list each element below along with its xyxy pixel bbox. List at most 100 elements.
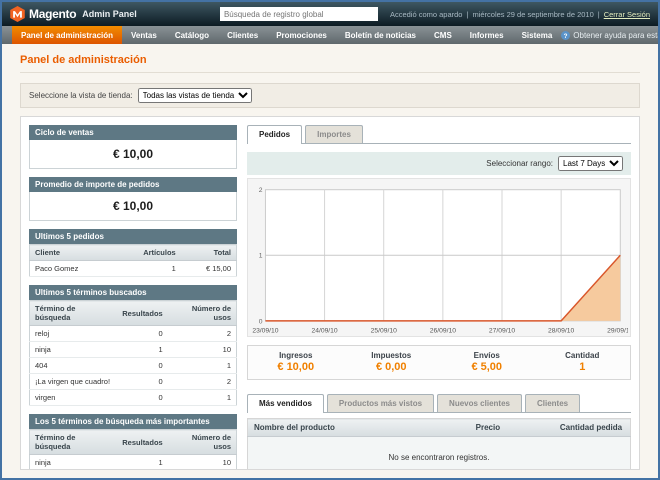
last-orders-title: Ultimos 5 pedidos	[29, 229, 237, 244]
magento-logo: Magento Admin Panel	[10, 6, 137, 22]
dashboard-sidebar: Ciclo de ventas € 10,00 Promedio de impo…	[29, 125, 237, 461]
tab-pedidos[interactable]: Pedidos	[247, 125, 302, 144]
tab-nuevos-clientes[interactable]: Nuevos clientes	[437, 394, 522, 412]
dashboard-panel: Ciclo de ventas € 10,00 Promedio de impo…	[20, 116, 640, 470]
svg-text:28/09/10: 28/09/10	[548, 327, 574, 334]
nav-item-dashboard[interactable]: Panel de administración	[12, 26, 122, 44]
magento-admin-window: Magento Admin Panel Accedió como apardo …	[0, 0, 660, 480]
col-resultados: Resultados	[117, 430, 167, 455]
table-row: virgen01	[30, 390, 237, 406]
average-orders-value: € 10,00	[29, 192, 237, 221]
logout-link[interactable]: Cerrar Sesión	[604, 10, 650, 19]
grids-tabs: Más vendidos Productos más vistos Nuevos…	[247, 394, 631, 413]
svg-text:26/09/10: 26/09/10	[430, 327, 456, 334]
top-search-terms-title: Los 5 términos de búsqueda más important…	[29, 414, 237, 429]
dashboard-main: Pedidos Importes Seleccionar rango: Last…	[247, 125, 631, 461]
page-content: Panel de administración Seleccione la vi…	[2, 44, 658, 478]
table-row: ninja110	[30, 455, 237, 471]
svg-text:29/09/10: 29/09/10	[607, 327, 628, 334]
diagram-tabs: Pedidos Importes	[247, 125, 631, 144]
totals-bar: Ingresos € 10,00 Impuestos € 0,00 Envíos…	[247, 345, 631, 380]
top-header: Magento Admin Panel Accedió como apardo …	[2, 2, 658, 26]
metric-ingresos: Ingresos € 10,00	[248, 351, 344, 373]
metric-cantidad: Cantidad 1	[535, 351, 631, 373]
range-bar: Seleccionar rango: Last 7 Days	[247, 152, 631, 175]
table-row: 40401	[30, 358, 237, 374]
last-orders-box: Ultimos 5 pedidos Cliente Artículos Tota…	[29, 229, 237, 277]
col-articulos: Artículos	[114, 245, 181, 261]
brand-name: Magento	[29, 7, 76, 21]
svg-text:24/09/10: 24/09/10	[311, 327, 337, 334]
nav-item-sistema[interactable]: Sistema	[513, 26, 562, 44]
top-search-terms-table: Término de búsqueda Resultados Número de…	[29, 429, 237, 470]
col-nombre-producto: Nombre del producto	[248, 419, 470, 437]
nav-item-informes[interactable]: Informes	[461, 26, 513, 44]
separator: |	[466, 10, 468, 19]
help-link[interactable]: ? Obtener ayuda para esta página	[561, 26, 660, 44]
svg-text:27/09/10: 27/09/10	[489, 327, 515, 334]
magento-logo-icon	[10, 6, 25, 22]
store-view-select[interactable]: Todas las vistas de tienda	[138, 88, 252, 103]
last-search-terms-box: Ultimos 5 términos buscados Término de b…	[29, 285, 237, 406]
empty-message: No se encontraron registros.	[248, 437, 631, 470]
current-date: miércoles 29 de septiembre de 2010	[472, 10, 593, 19]
bestsellers-table: Nombre del producto Precio Cantidad pedi…	[247, 418, 631, 470]
tab-clientes[interactable]: Clientes	[525, 394, 580, 412]
separator: |	[598, 10, 600, 19]
average-orders-title: Promedio de importe de pedidos	[29, 177, 237, 192]
nav-item-promociones[interactable]: Promociones	[267, 26, 336, 44]
svg-text:25/09/10: 25/09/10	[371, 327, 397, 334]
range-select[interactable]: Last 7 Days	[558, 156, 623, 171]
help-label: Obtener ayuda para esta página	[573, 31, 660, 40]
store-switcher-label: Seleccione la vista de tienda:	[29, 91, 133, 100]
page-title: Panel de administración	[20, 54, 640, 73]
last-orders-table: Cliente Artículos Total Paco Gomez 1 € 1…	[29, 244, 237, 277]
metric-impuestos: Impuestos € 0,00	[344, 351, 440, 373]
top-search-terms-box: Los 5 términos de búsqueda más important…	[29, 414, 237, 470]
metric-envios: Envíos € 5,00	[439, 351, 535, 373]
user-info: Accedió como apardo | miércoles 29 de se…	[390, 10, 650, 19]
svg-text:2: 2	[259, 187, 263, 194]
last-search-terms-title: Ultimos 5 términos buscados	[29, 285, 237, 300]
col-cliente: Cliente	[30, 245, 115, 261]
orders-chart: 0 1 2 23/09/10 24/09/10 25/09/10 26/09/10 27/09…	[247, 178, 631, 337]
table-row: Paco Gomez 1 € 15,00	[30, 261, 237, 277]
nav-item-cms[interactable]: CMS	[425, 26, 461, 44]
svg-text:0: 0	[259, 318, 263, 325]
range-label: Seleccionar rango:	[486, 159, 553, 168]
col-precio: Precio	[470, 419, 554, 437]
brand-suffix: Admin Panel	[82, 9, 137, 19]
col-total: Total	[181, 245, 237, 261]
svg-text:?: ?	[564, 32, 568, 39]
nav-item-catalogo[interactable]: Catálogo	[166, 26, 218, 44]
lifetime-sales-title: Ciclo de ventas	[29, 125, 237, 140]
orders-chart-svg: 0 1 2 23/09/10 24/09/10 25/09/10 26/09/10 27/09…	[250, 182, 628, 336]
main-nav: Panel de administración Ventas Catálogo …	[2, 26, 658, 44]
last-search-terms-table: Término de búsqueda Resultados Número de…	[29, 300, 237, 406]
col-cantidad-pedida: Cantidad pedida	[554, 419, 631, 437]
svg-text:23/09/10: 23/09/10	[252, 327, 278, 334]
store-switcher: Seleccione la vista de tienda: Todas las…	[20, 83, 640, 108]
col-termino: Término de búsqueda	[30, 301, 118, 326]
nav-item-boletin[interactable]: Boletín de noticias	[336, 26, 425, 44]
nav-item-ventas[interactable]: Ventas	[122, 26, 166, 44]
table-row: ninja110	[30, 342, 237, 358]
average-orders-box: Promedio de importe de pedidos € 10,00	[29, 177, 237, 221]
help-icon: ?	[561, 31, 570, 40]
global-search-input[interactable]	[220, 7, 378, 21]
table-row: ¡La virgen que cuadro!02	[30, 374, 237, 390]
table-row: reloj02	[30, 326, 237, 342]
col-termino: Término de búsqueda	[30, 430, 118, 455]
logged-in-as: Accedió como apardo	[390, 10, 463, 19]
lifetime-sales-value: € 10,00	[29, 140, 237, 169]
col-usos: Número de usos	[168, 430, 237, 455]
col-resultados: Resultados	[117, 301, 167, 326]
empty-row: No se encontraron registros.	[248, 437, 631, 470]
col-usos: Número de usos	[168, 301, 237, 326]
svg-text:1: 1	[259, 253, 263, 260]
nav-item-clientes[interactable]: Clientes	[218, 26, 267, 44]
tab-mas-vendidos[interactable]: Más vendidos	[247, 394, 324, 413]
tab-importes[interactable]: Importes	[305, 125, 363, 143]
tab-productos-mas-vistos[interactable]: Productos más vistos	[327, 394, 434, 412]
lifetime-sales-box: Ciclo de ventas € 10,00	[29, 125, 237, 169]
